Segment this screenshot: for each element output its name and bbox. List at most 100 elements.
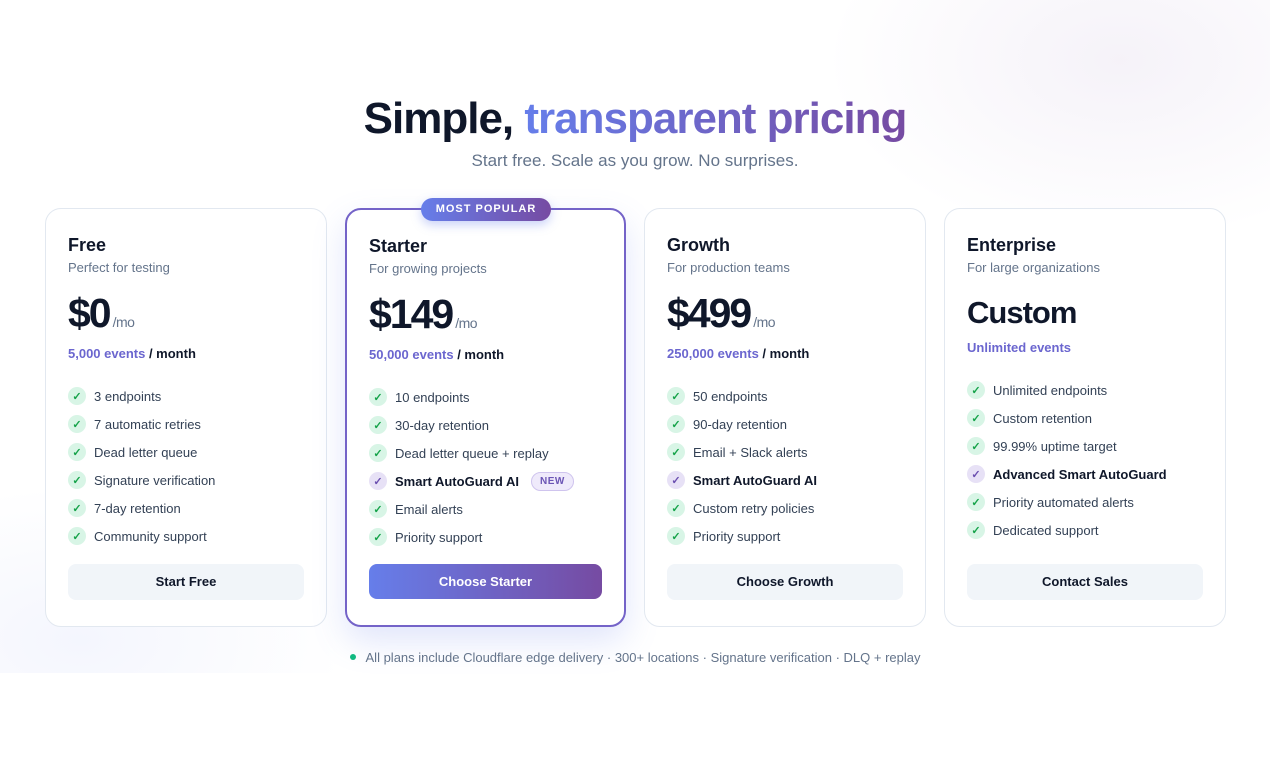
feature-item: ✓ Priority support (369, 523, 602, 551)
plan-description: For large organizations (967, 260, 1100, 275)
choose-starter-button[interactable]: Choose Starter (369, 564, 602, 599)
feature-label: 30-day retention (395, 417, 489, 433)
check-icon: ✓ (667, 387, 685, 405)
check-icon: ✓ (68, 471, 86, 489)
feature-list: ✓ 50 endpoints ✓ 90-day retention ✓ Email +… (667, 382, 903, 550)
footer-note: All plans include Cloudflare edge delive… (0, 650, 1270, 665)
feature-label: 7 automatic retries (94, 416, 201, 432)
feature-label: 90-day retention (693, 416, 787, 432)
page-subtitle: Start free. Scale as you grow. No surpri… (471, 151, 799, 170)
ai-check-icon: ✓ (967, 465, 985, 483)
feature-list: ✓ 10 endpoints ✓ 30-day retention ✓ Dead le… (369, 383, 602, 551)
feature-item: ✓ 7-day retention (68, 494, 304, 522)
feature-label: Advanced Smart AutoGuard (993, 466, 1167, 482)
plan-card-starter: MOST POPULAR Starter For growing project… (345, 198, 626, 627)
feature-list: ✓ Unlimited endpoints ✓ Custom retention ✓… (967, 376, 1203, 544)
check-icon: ✓ (967, 381, 985, 399)
page-title-plain: Simple, (363, 94, 525, 143)
plan-description: Perfect for testing (68, 260, 170, 275)
price-period: /mo (455, 315, 478, 331)
feature-label: 10 endpoints (395, 389, 470, 405)
feature-label: Unlimited endpoints (993, 382, 1108, 398)
plan-card-free: Free Perfect for testing $0 /mo 5,000 ev… (45, 208, 327, 627)
plan-card-enterprise: Enterprise For large organizations Custo… (944, 208, 1226, 627)
check-icon: ✓ (967, 493, 985, 511)
check-icon: ✓ (369, 528, 387, 546)
plan-description: For production teams (667, 260, 790, 275)
plan-description: For growing projects (369, 261, 487, 276)
feature-label: Community support (94, 528, 207, 544)
feature-item: ✓ 7 automatic retries (68, 410, 304, 438)
event-quota-period: / month (758, 346, 810, 361)
feature-item: ✓ Community support (68, 522, 304, 550)
feature-item: ✓ Signature verification (68, 466, 304, 494)
feature-item: ✓ 10 endpoints (369, 383, 602, 411)
feature-item: ✓ 99.99% uptime target (967, 432, 1203, 460)
feature-label: Dead letter queue + replay (395, 445, 549, 461)
feature-label: Custom retention (993, 410, 1092, 426)
check-icon: ✓ (967, 521, 985, 539)
plan-name: Growth (667, 235, 730, 255)
event-quota: 50,000 events / month (369, 347, 602, 363)
feature-item: ✓ Dedicated support (967, 516, 1203, 544)
price-row: $499 /mo (667, 290, 903, 336)
page-title-highlight: transparent pricing (524, 94, 907, 143)
pricing-section: Simple, transparent pricing Start free. … (0, 0, 1270, 673)
event-quota: 250,000 events / month (667, 346, 903, 362)
feature-item: ✓ 50 endpoints (667, 382, 903, 410)
start-free-button[interactable]: Start Free (68, 564, 304, 600)
feature-label: Smart AutoGuard AI (693, 472, 817, 488)
event-quota-count: 5,000 events (68, 346, 146, 361)
feature-label: Priority support (693, 528, 781, 544)
footer-note-text: All plans include Cloudflare edge delive… (365, 650, 921, 665)
status-dot-icon (349, 654, 356, 660)
feature-list: ✓ 3 endpoints ✓ 7 automatic retries ✓ Dead … (68, 382, 304, 550)
feature-item: ✓ Priority automated alerts (967, 488, 1203, 516)
feature-item: ✓ Email alerts (369, 495, 602, 523)
feature-label: 50 endpoints (693, 388, 768, 404)
ai-check-icon: ✓ (667, 471, 685, 489)
price-row: $149 /mo (369, 291, 602, 337)
choose-growth-button[interactable]: Choose Growth (667, 564, 903, 600)
page-title: Simple, transparent pricing (0, 94, 1270, 144)
feature-label: Custom retry policies (693, 500, 815, 516)
feature-label: 7-day retention (94, 500, 181, 516)
check-icon: ✓ (68, 387, 86, 405)
check-icon: ✓ (667, 415, 685, 433)
price-period: /mo (112, 314, 135, 330)
feature-item: ✓ Priority support (667, 522, 903, 550)
check-icon: ✓ (68, 527, 86, 545)
feature-label: 3 endpoints (94, 388, 162, 404)
feature-label: 99.99% uptime target (993, 438, 1117, 454)
feature-item: ✓ Dead letter queue + replay (369, 439, 602, 467)
feature-item: ✓ 30-day retention (369, 411, 602, 439)
plan-name: Enterprise (967, 235, 1057, 255)
feature-label: Dead letter queue (94, 444, 198, 460)
check-icon: ✓ (369, 388, 387, 406)
plan-price: Custom (967, 295, 1077, 330)
feature-item-ai: ✓ Smart AutoGuard AI (667, 466, 903, 494)
price-period: /mo (753, 314, 776, 330)
event-quota-period: / month (145, 346, 196, 361)
check-icon: ✓ (68, 415, 86, 433)
feature-label: Email + Slack alerts (693, 444, 808, 460)
feature-item: ✓ 90-day retention (667, 410, 903, 438)
feature-item: ✓ Email + Slack alerts (667, 438, 903, 466)
plan-card-growth: Growth For production teams $499 /mo 250… (644, 208, 926, 627)
check-icon: ✓ (667, 499, 685, 517)
feature-label: Priority support (395, 529, 483, 545)
check-icon: ✓ (369, 416, 387, 434)
plan-name: Free (68, 235, 107, 255)
event-quota-count: 50,000 events (369, 347, 454, 362)
ai-check-icon: ✓ (369, 472, 387, 490)
event-quota: Unlimited events (967, 340, 1203, 356)
feature-item: ✓ Dead letter queue (68, 438, 304, 466)
event-quota: 5,000 events / month (68, 346, 304, 362)
feature-item: ✓ 3 endpoints (68, 382, 304, 410)
contact-sales-button[interactable]: Contact Sales (967, 564, 1203, 600)
plan-price: $499 (667, 290, 752, 336)
check-icon: ✓ (667, 527, 685, 545)
event-quota-count: Unlimited events (967, 340, 1072, 355)
feature-label: Dedicated support (993, 522, 1099, 538)
check-icon: ✓ (68, 443, 86, 461)
